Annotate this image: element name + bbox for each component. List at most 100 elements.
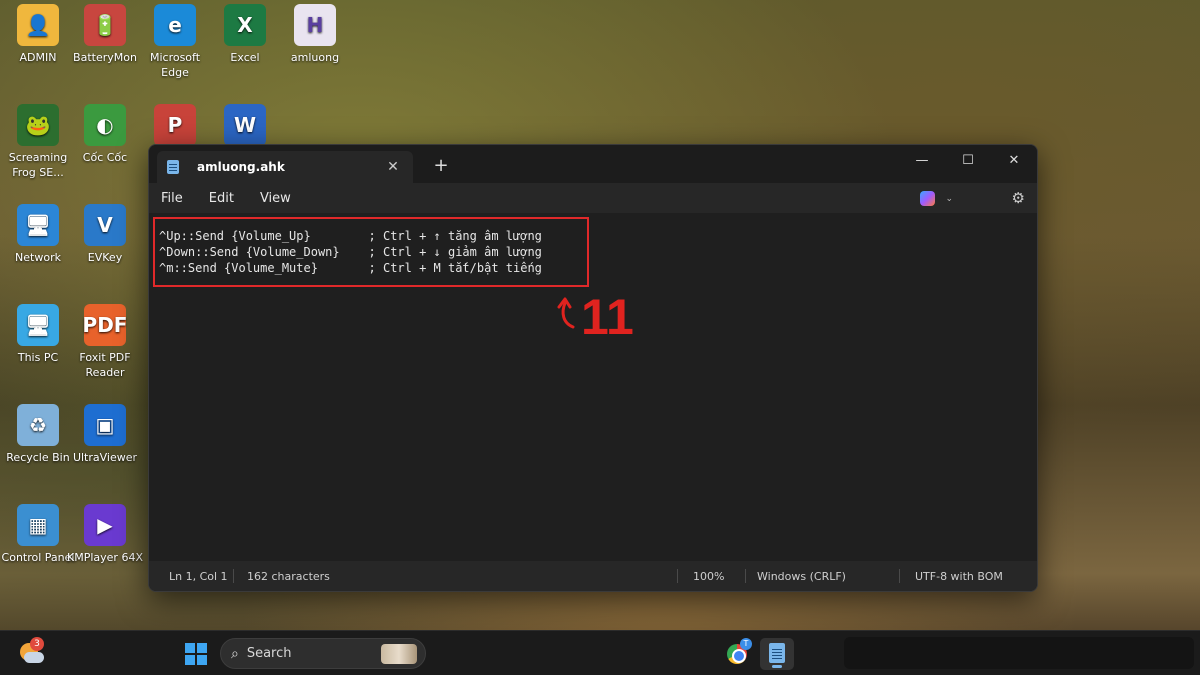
windows-logo-icon bbox=[197, 655, 207, 665]
word-icon: W bbox=[224, 104, 266, 146]
active-indicator bbox=[772, 665, 782, 668]
chrome-profile-badge: T bbox=[740, 638, 752, 650]
desktop-icon[interactable]: ◐ Cốc Cốc bbox=[67, 104, 143, 165]
desktop-icon-label: Recycle Bin bbox=[6, 451, 70, 464]
menu-edit[interactable]: Edit bbox=[209, 191, 234, 206]
network-icon: 🖥 bbox=[17, 204, 59, 246]
tab-close-icon[interactable]: ✕ bbox=[383, 159, 403, 175]
menu-file[interactable]: File bbox=[161, 191, 183, 206]
edge-icon: e bbox=[154, 4, 196, 46]
desktop-icon-label: Control Panel bbox=[1, 551, 75, 564]
desktop-icon[interactable]: 🐸 Screaming Frog SE... bbox=[0, 104, 76, 180]
desktop-icon-label: BatteryMon bbox=[73, 51, 137, 64]
desktop-icon[interactable]: PDF Foxit PDF Reader bbox=[67, 304, 143, 380]
notepad-window: amluong.ahk ✕ + — ☐ ✕ File Edit View ⌄ ⚙… bbox=[148, 144, 1038, 592]
character-count: 162 characters bbox=[247, 570, 330, 583]
desktop-icon-label: Excel bbox=[230, 51, 260, 64]
desktop-icon[interactable]: 🔋 BatteryMon bbox=[67, 4, 143, 65]
menu-bar: File Edit View ⌄ ⚙ bbox=[149, 183, 1037, 213]
ahk-file-icon: H bbox=[294, 4, 336, 46]
window-controls: — ☐ ✕ bbox=[899, 145, 1037, 175]
copilot-icon bbox=[920, 191, 936, 206]
taskbar-search[interactable]: ⌕ Search bbox=[220, 638, 426, 669]
powerpoint-icon: P bbox=[154, 104, 196, 146]
system-tray[interactable] bbox=[844, 637, 1194, 669]
desktop-icon[interactable]: 👤 ADMIN bbox=[0, 4, 76, 65]
search-label: Search bbox=[246, 646, 292, 661]
start-button[interactable] bbox=[185, 643, 207, 665]
desktop-icon[interactable]: X Excel bbox=[207, 4, 283, 65]
status-divider bbox=[745, 569, 746, 583]
status-divider bbox=[677, 569, 678, 583]
taskbar: 3 ⌕ Search T bbox=[0, 630, 1200, 675]
windows-logo-icon bbox=[185, 655, 195, 665]
desktop-icon-label: Cốc Cốc bbox=[82, 151, 128, 164]
this-pc-icon: 🖥 bbox=[17, 304, 59, 346]
tab-title: amluong.ahk bbox=[197, 160, 285, 174]
taskbar-notepad[interactable] bbox=[760, 638, 794, 670]
desktop-icon-label: Foxit PDF Reader bbox=[79, 351, 131, 379]
ultraviewer-icon: ▣ bbox=[84, 404, 126, 446]
notepad-doc-icon bbox=[167, 160, 179, 174]
desktop-icon-label: Screaming Frog SE... bbox=[8, 151, 68, 179]
cloud-icon bbox=[24, 652, 44, 663]
new-tab-button[interactable]: + bbox=[431, 155, 451, 176]
desktop-icon[interactable]: ▶ KMPlayer 64X bbox=[67, 504, 143, 565]
desktop-icon[interactable]: ▦ Control Panel bbox=[0, 504, 76, 565]
desktop-icon[interactable]: 🖥 This PC bbox=[0, 304, 76, 365]
taskbar-chrome[interactable]: T bbox=[720, 638, 754, 670]
kmplayer-icon: ▶ bbox=[84, 504, 126, 546]
tab-amluong[interactable]: amluong.ahk ✕ bbox=[157, 151, 413, 183]
desktop-icon[interactable]: V EVKey bbox=[67, 204, 143, 265]
control-panel-icon: ▦ bbox=[17, 504, 59, 546]
excel-icon: X bbox=[224, 4, 266, 46]
copilot-button[interactable]: ⌄ bbox=[920, 191, 953, 206]
status-bar: Ln 1, Col 1 162 characters 100% Windows … bbox=[149, 561, 1037, 591]
battery-monitor-icon: 🔋 bbox=[84, 4, 126, 46]
annotation-number: 11 bbox=[581, 289, 634, 345]
coc-coc-icon: ◐ bbox=[84, 104, 126, 146]
minimize-button[interactable]: — bbox=[899, 145, 945, 175]
desktop-icon-label: Microsoft Edge bbox=[149, 51, 201, 79]
cursor-position[interactable]: Ln 1, Col 1 bbox=[169, 570, 228, 583]
notepad-icon bbox=[769, 643, 785, 663]
desktop-icon-label: ADMIN bbox=[19, 51, 57, 64]
desktop-icon[interactable]: 🖥 Network bbox=[0, 204, 76, 265]
foxit-pdf-icon: PDF bbox=[83, 304, 127, 346]
recycle-bin-icon: ♻ bbox=[17, 404, 59, 446]
desktop-icon[interactable]: ▣ UltraViewer bbox=[67, 404, 143, 465]
desktop-icon[interactable]: Hamluong bbox=[277, 4, 353, 65]
search-icon: ⌕ bbox=[231, 645, 239, 662]
desktop-icon-label: EVKey bbox=[87, 251, 123, 264]
line-ending[interactable]: Windows (CRLF) bbox=[757, 570, 846, 583]
desktop-icon-label: UltraViewer bbox=[72, 451, 138, 464]
search-highlight-image bbox=[381, 644, 417, 664]
screaming-frog-icon: 🐸 bbox=[17, 104, 59, 146]
user-folder-icon: 👤 bbox=[17, 4, 59, 46]
desktop-icon[interactable]: e Microsoft Edge bbox=[137, 4, 213, 80]
code-line-2: ^Down::Send {Volume_Down} ; Ctrl + ↓ giả… bbox=[159, 245, 542, 259]
notification-badge: 3 bbox=[30, 637, 44, 651]
desktop-icon-label: This PC bbox=[17, 351, 59, 364]
windows-logo-icon bbox=[185, 643, 195, 653]
code-line-1: ^Up::Send {Volume_Up} ; Ctrl + ↑ tăng âm… bbox=[159, 229, 542, 243]
menu-view[interactable]: View bbox=[260, 191, 291, 206]
close-button[interactable]: ✕ bbox=[991, 145, 1037, 175]
maximize-button[interactable]: ☐ bbox=[945, 145, 991, 175]
encoding[interactable]: UTF-8 with BOM bbox=[915, 570, 1003, 583]
windows-logo-icon bbox=[197, 643, 207, 653]
zoom-level[interactable]: 100% bbox=[693, 570, 724, 583]
code-line-3: ^m::Send {Volume_Mute} ; Ctrl + M tắt/bậ… bbox=[159, 261, 542, 275]
settings-gear-icon[interactable]: ⚙ bbox=[1012, 189, 1025, 207]
title-bar[interactable]: amluong.ahk ✕ + — ☐ ✕ bbox=[149, 145, 1037, 183]
text-editor[interactable]: ^Up::Send {Volume_Up} ; Ctrl + ↑ tăng âm… bbox=[149, 213, 1037, 563]
weather-widget[interactable]: 3 bbox=[18, 637, 44, 665]
desktop-icon[interactable]: ♻ Recycle Bin bbox=[0, 404, 76, 465]
desktop-icon-label: amluong bbox=[290, 51, 340, 64]
desktop-icon-label: KMPlayer 64X bbox=[67, 551, 143, 564]
status-divider bbox=[233, 569, 234, 583]
desktop-icon-label: Network bbox=[15, 251, 61, 264]
chevron-down-icon: ⌄ bbox=[945, 193, 953, 204]
evkey-icon: V bbox=[84, 204, 126, 246]
status-divider bbox=[899, 569, 900, 583]
